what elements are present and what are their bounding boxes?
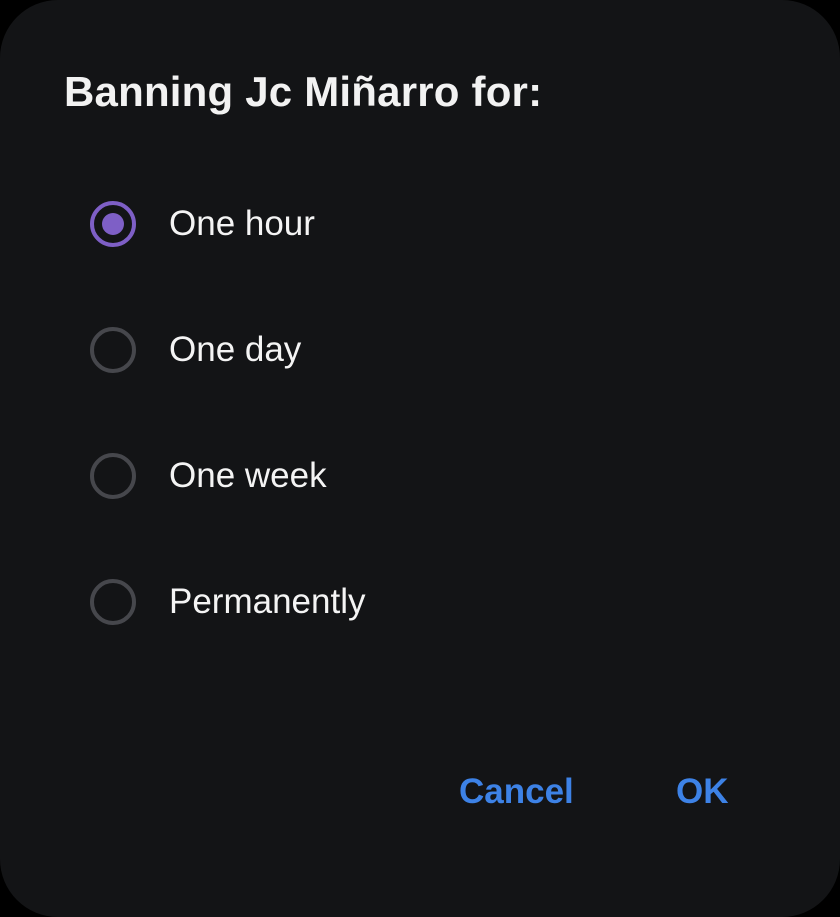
option-label: One week [169, 456, 327, 495]
radio-button-selected-icon[interactable] [90, 201, 136, 247]
option-one-week[interactable]: One week [64, 424, 776, 528]
option-label: One day [169, 330, 302, 369]
dialog-title: Banning Jc Miñarro for: [64, 68, 543, 115]
cancel-button[interactable]: Cancel [459, 762, 574, 822]
ok-button[interactable]: OK [676, 762, 729, 822]
option-label: Permanently [169, 582, 366, 621]
ban-duration-dialog: Banning Jc Miñarro for: One hour One day… [0, 0, 840, 917]
radio-button-icon[interactable] [90, 453, 136, 499]
option-permanently[interactable]: Permanently [64, 550, 776, 654]
option-label: One hour [169, 204, 315, 243]
radio-dot [102, 213, 124, 235]
option-one-hour[interactable]: One hour [64, 172, 776, 276]
radio-button-icon[interactable] [90, 579, 136, 625]
option-one-day[interactable]: One day [64, 298, 776, 402]
radio-button-icon[interactable] [90, 327, 136, 373]
